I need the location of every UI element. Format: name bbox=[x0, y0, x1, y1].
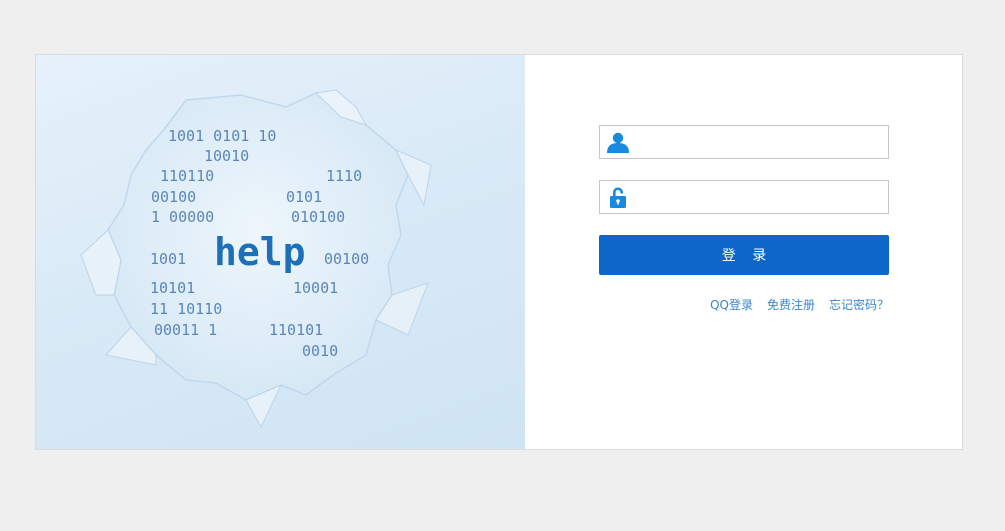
login-card: 1001 0101 10 10010 110110 1110 00100 010… bbox=[35, 54, 963, 450]
login-form: 登 录 QQ登录 免费注册 忘记密码？ bbox=[599, 125, 889, 313]
binary-line: 10010 bbox=[204, 147, 249, 165]
binary-line: 00100 bbox=[324, 250, 369, 268]
binary-line: 00011 1 bbox=[154, 321, 217, 339]
username-field bbox=[599, 125, 889, 159]
binary-line: 11 10110 bbox=[150, 300, 222, 318]
torn-paper-illustration: 1001 0101 10 10010 110110 1110 00100 010… bbox=[80, 89, 432, 429]
username-input[interactable] bbox=[638, 126, 884, 158]
binary-line: 110110 bbox=[160, 167, 214, 185]
binary-line: 1 00000 bbox=[151, 208, 214, 226]
forgot-password-link[interactable]: 忘记密码？ bbox=[829, 298, 889, 312]
help-word: help bbox=[214, 230, 306, 274]
qq-login-link[interactable]: QQ登录 bbox=[710, 298, 753, 312]
password-input[interactable] bbox=[638, 181, 884, 213]
binary-line: 1110 bbox=[326, 167, 362, 185]
user-icon bbox=[607, 131, 629, 153]
password-field bbox=[599, 180, 889, 214]
binary-line: 00100 bbox=[151, 188, 196, 206]
lock-icon bbox=[607, 186, 629, 208]
binary-line: 0101 bbox=[286, 188, 322, 206]
binary-line: 0010 bbox=[302, 342, 338, 360]
binary-line: 110101 bbox=[269, 321, 323, 339]
binary-line: 010100 bbox=[291, 208, 345, 226]
login-button[interactable]: 登 录 bbox=[599, 235, 889, 275]
binary-line: 1001 bbox=[150, 250, 186, 268]
hero-image: 1001 0101 10 10010 110110 1110 00100 010… bbox=[36, 55, 525, 449]
binary-line: 10101 bbox=[150, 279, 195, 297]
binary-line: 1001 0101 10 bbox=[168, 127, 276, 145]
auth-links: QQ登录 免费注册 忘记密码？ bbox=[599, 296, 889, 313]
binary-line: 10001 bbox=[293, 279, 338, 297]
register-link[interactable]: 免费注册 bbox=[767, 298, 815, 312]
